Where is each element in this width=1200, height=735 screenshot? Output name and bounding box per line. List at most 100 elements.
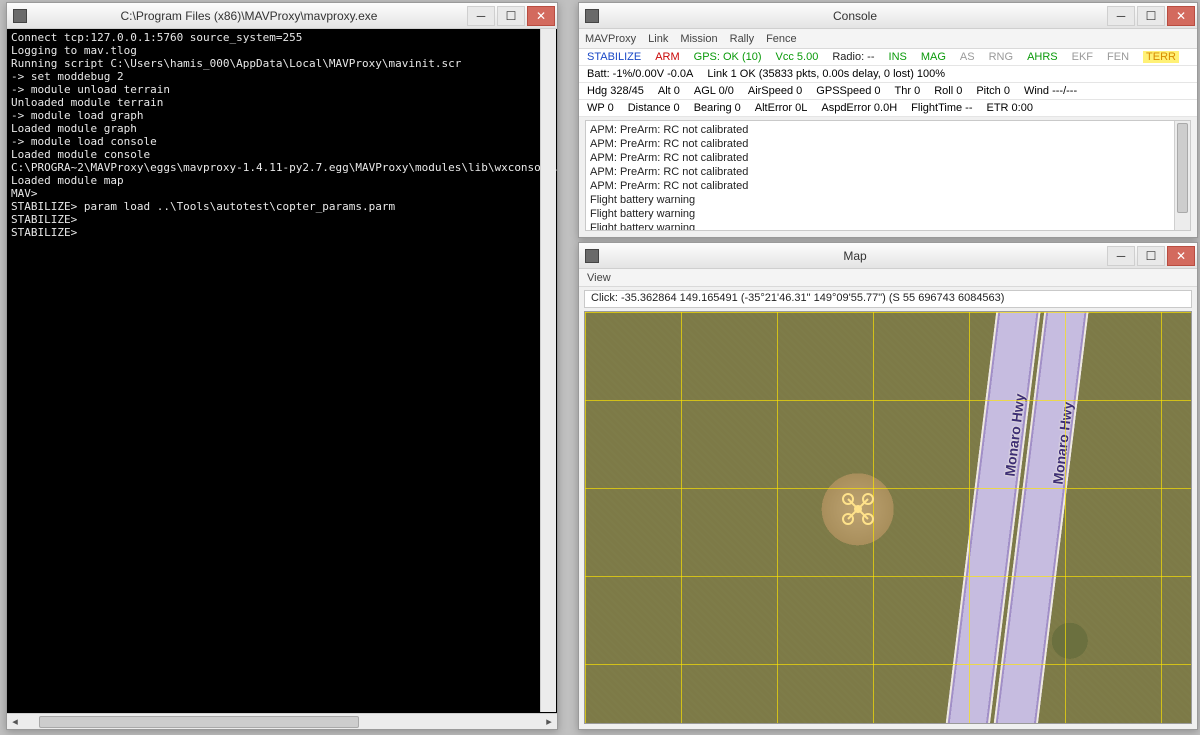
menu-mavproxy[interactable]: MAVProxy <box>585 33 636 45</box>
terminal-line: Unloaded module terrain <box>11 96 163 109</box>
log-line: Flight battery warning <box>590 207 1186 221</box>
status-mode: STABILIZE <box>587 51 641 63</box>
log-line: APM: PreArm: RC not calibrated <box>590 151 1186 165</box>
terminal-line: MAV> <box>11 187 38 200</box>
maximize-button[interactable]: ☐ <box>497 6 525 26</box>
minimize-button[interactable]: ─ <box>467 6 495 26</box>
terminal-line: STABILIZE> param load ..\Tools\autotest\… <box>11 200 395 213</box>
status-arm: ARM <box>655 51 679 63</box>
maximize-button[interactable]: ☐ <box>1137 246 1165 266</box>
log-line: APM: PreArm: RC not calibrated <box>590 165 1186 179</box>
terminal-line: Running script C:\Users\hamis_000\AppDat… <box>11 57 461 70</box>
status-aspderror: AspdError 0.0H <box>821 102 897 114</box>
terminal-vertical-scrollbar[interactable] <box>540 29 556 712</box>
terminal-line: Connect tcp:127.0.0.1:5760 source_system… <box>11 31 302 44</box>
status-alterror: AltError 0L <box>755 102 808 114</box>
status-ekf: EKF <box>1072 51 1093 63</box>
log-line: Flight battery warning <box>590 221 1186 231</box>
terminal-titlebar[interactable]: C:\Program Files (x86)\MAVProxy\mavproxy… <box>7 3 557 29</box>
status-row-1: STABILIZE ARM GPS: OK (10) Vcc 5.00 Radi… <box>579 49 1197 66</box>
status-row-2: Batt: -1%/0.00V -0.0A Link 1 OK (35833 p… <box>579 66 1197 83</box>
menu-rally[interactable]: Rally <box>730 33 754 45</box>
status-thr: Thr 0 <box>895 85 921 97</box>
map-app-icon <box>585 249 599 263</box>
terminal-line: -> module load graph <box>11 109 143 122</box>
status-etr: ETR 0:00 <box>987 102 1033 114</box>
map-grid-overlay <box>585 312 1191 723</box>
status-pitch: Pitch 0 <box>976 85 1010 97</box>
status-gps: GPS: OK (10) <box>694 51 762 63</box>
terminal-line: Loaded module console <box>11 148 150 161</box>
status-as: AS <box>960 51 975 63</box>
minimize-button[interactable]: ─ <box>1107 246 1135 266</box>
status-distance: Distance 0 <box>628 102 680 114</box>
status-wind: Wind ---/--- <box>1024 85 1077 97</box>
log-line: APM: PreArm: RC not calibrated <box>590 179 1186 193</box>
status-agl: AGL 0/0 <box>694 85 734 97</box>
console-title: Console <box>605 9 1105 23</box>
terminal-output[interactable]: Connect tcp:127.0.0.1:5760 source_system… <box>7 29 557 713</box>
status-hdg: Hdg 328/45 <box>587 85 644 97</box>
menu-mission[interactable]: Mission <box>680 33 717 45</box>
terminal-line: Logging to mav.tlog <box>11 44 137 57</box>
terminal-line: Loaded module graph <box>11 122 137 135</box>
log-line: Flight battery warning <box>590 193 1186 207</box>
status-ahrs: AHRS <box>1027 51 1058 63</box>
scroll-thumb[interactable] <box>39 716 359 728</box>
menu-link[interactable]: Link <box>648 33 668 45</box>
status-gpsspeed: GPSSpeed 0 <box>816 85 880 97</box>
status-rng: RNG <box>989 51 1013 63</box>
status-terr: TERR <box>1143 51 1179 63</box>
close-button[interactable]: ✕ <box>527 6 555 26</box>
map-menubar: View <box>579 269 1197 287</box>
console-menubar: MAVProxy Link Mission Rally Fence <box>579 29 1197 49</box>
menu-view[interactable]: View <box>587 272 611 284</box>
log-line: APM: PreArm: RC not calibrated <box>590 123 1186 137</box>
status-radio: Radio: -- <box>832 51 874 63</box>
status-alt: Alt 0 <box>658 85 680 97</box>
terminal-line: -> set moddebug 2 <box>11 70 124 83</box>
scroll-left-icon[interactable]: ◂ <box>7 714 23 730</box>
console-log[interactable]: APM: PreArm: RC not calibrated APM: PreA… <box>585 120 1191 231</box>
terminal-app-icon <box>13 9 27 23</box>
menu-fence[interactable]: Fence <box>766 33 797 45</box>
status-ins: INS <box>889 51 907 63</box>
scroll-right-icon[interactable]: ▸ <box>541 714 557 730</box>
close-button[interactable]: ✕ <box>1167 246 1195 266</box>
status-row-3: Hdg 328/45 Alt 0 AGL 0/0 AirSpeed 0 GPSS… <box>579 83 1197 100</box>
status-batt: Batt: -1%/0.00V -0.0A <box>587 68 693 80</box>
status-bearing: Bearing 0 <box>694 102 741 114</box>
map-title: Map <box>605 249 1105 263</box>
map-titlebar[interactable]: Map ─ ☐ ✕ <box>579 243 1197 269</box>
terminal-line: C:\PROGRA~2\MAVProxy\eggs\mavproxy-1.4.1… <box>11 161 557 174</box>
terminal-line: STABILIZE> <box>11 226 77 239</box>
minimize-button[interactable]: ─ <box>1107 6 1135 26</box>
map-viewport[interactable]: Monaro Hwy Monaro Hwy <box>584 311 1192 724</box>
terminal-horizontal-scrollbar[interactable]: ◂ ▸ <box>7 713 557 729</box>
terminal-line: STABILIZE> <box>11 213 77 226</box>
terminal-line: -> module unload terrain <box>11 83 170 96</box>
status-wp: WP 0 <box>587 102 614 114</box>
terminal-title: C:\Program Files (x86)\MAVProxy\mavproxy… <box>33 9 465 23</box>
map-click-info: Click: -35.362864 149.165491 (-35°21'46.… <box>584 290 1192 308</box>
status-row-4: WP 0 Distance 0 Bearing 0 AltError 0L As… <box>579 100 1197 117</box>
console-window: Console ─ ☐ ✕ MAVProxy Link Mission Rall… <box>578 2 1198 238</box>
status-mag: MAG <box>921 51 946 63</box>
status-fen: FEN <box>1107 51 1129 63</box>
close-button[interactable]: ✕ <box>1167 6 1195 26</box>
terminal-window: C:\Program Files (x86)\MAVProxy\mavproxy… <box>6 2 558 730</box>
map-window: Map ─ ☐ ✕ View Click: -35.362864 149.165… <box>578 242 1198 730</box>
status-link: Link 1 OK (35833 pkts, 0.00s delay, 0 lo… <box>707 68 945 80</box>
console-log-scrollbar[interactable] <box>1174 121 1190 230</box>
scroll-thumb[interactable] <box>1177 123 1188 213</box>
status-flighttime: FlightTime -- <box>911 102 972 114</box>
log-line: APM: PreArm: RC not calibrated <box>590 137 1186 151</box>
console-app-icon <box>585 9 599 23</box>
status-roll: Roll 0 <box>934 85 962 97</box>
terminal-line: -> module load console <box>11 135 157 148</box>
console-titlebar[interactable]: Console ─ ☐ ✕ <box>579 3 1197 29</box>
status-airspeed: AirSpeed 0 <box>748 85 802 97</box>
status-vcc: Vcc 5.00 <box>776 51 819 63</box>
maximize-button[interactable]: ☐ <box>1137 6 1165 26</box>
terminal-line: Loaded module map <box>11 174 124 187</box>
